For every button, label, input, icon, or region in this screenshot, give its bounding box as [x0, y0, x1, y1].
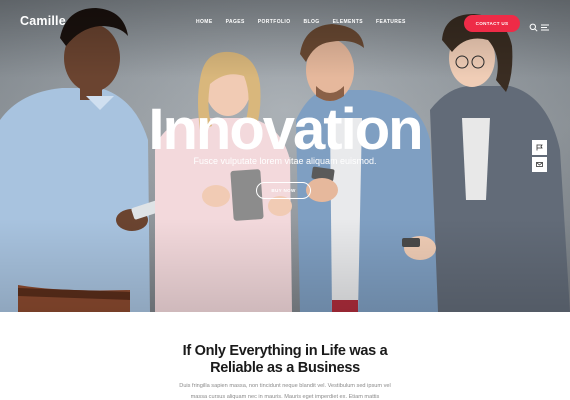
site-logo[interactable]: Camille	[20, 14, 66, 28]
nav-item-portfolio[interactable]: PORTFOLIO	[258, 19, 291, 25]
main-menu: HOME PAGES PORTFOLIO BLOG ELEMENTS FEATU…	[196, 19, 406, 25]
buy-now-button[interactable]: BUY NOW	[256, 182, 311, 199]
top-navigation: Camille HOME PAGES PORTFOLIO BLOG ELEMEN…	[0, 0, 570, 46]
hero-section: Camille HOME PAGES PORTFOLIO BLOG ELEMEN…	[0, 0, 570, 312]
nav-item-home[interactable]: HOME	[196, 19, 213, 25]
page: Camille HOME PAGES PORTFOLIO BLOG ELEMEN…	[0, 0, 570, 400]
nav-item-pages[interactable]: PAGES	[226, 19, 245, 25]
contact-us-button[interactable]: CONTACT US	[464, 15, 520, 32]
section-heading: If Only Everything in Life was a Reliabl…	[182, 343, 388, 376]
mail-icon[interactable]	[532, 157, 547, 172]
menu-icon[interactable]	[541, 19, 550, 31]
nav-item-features[interactable]: FEATURES	[376, 19, 406, 25]
flag-icon[interactable]	[532, 140, 547, 155]
hero-subtitle: Fusce vulputate lorem vitae aliquam euis…	[193, 156, 377, 166]
nav-item-blog[interactable]: BLOG	[304, 19, 320, 25]
section-body-text: Duis fringilla sapien massa, non tincidu…	[179, 383, 391, 400]
hero-title: Innovation	[148, 97, 423, 162]
search-icon[interactable]	[529, 19, 538, 32]
nav-item-elements[interactable]: ELEMENTS	[333, 19, 363, 25]
